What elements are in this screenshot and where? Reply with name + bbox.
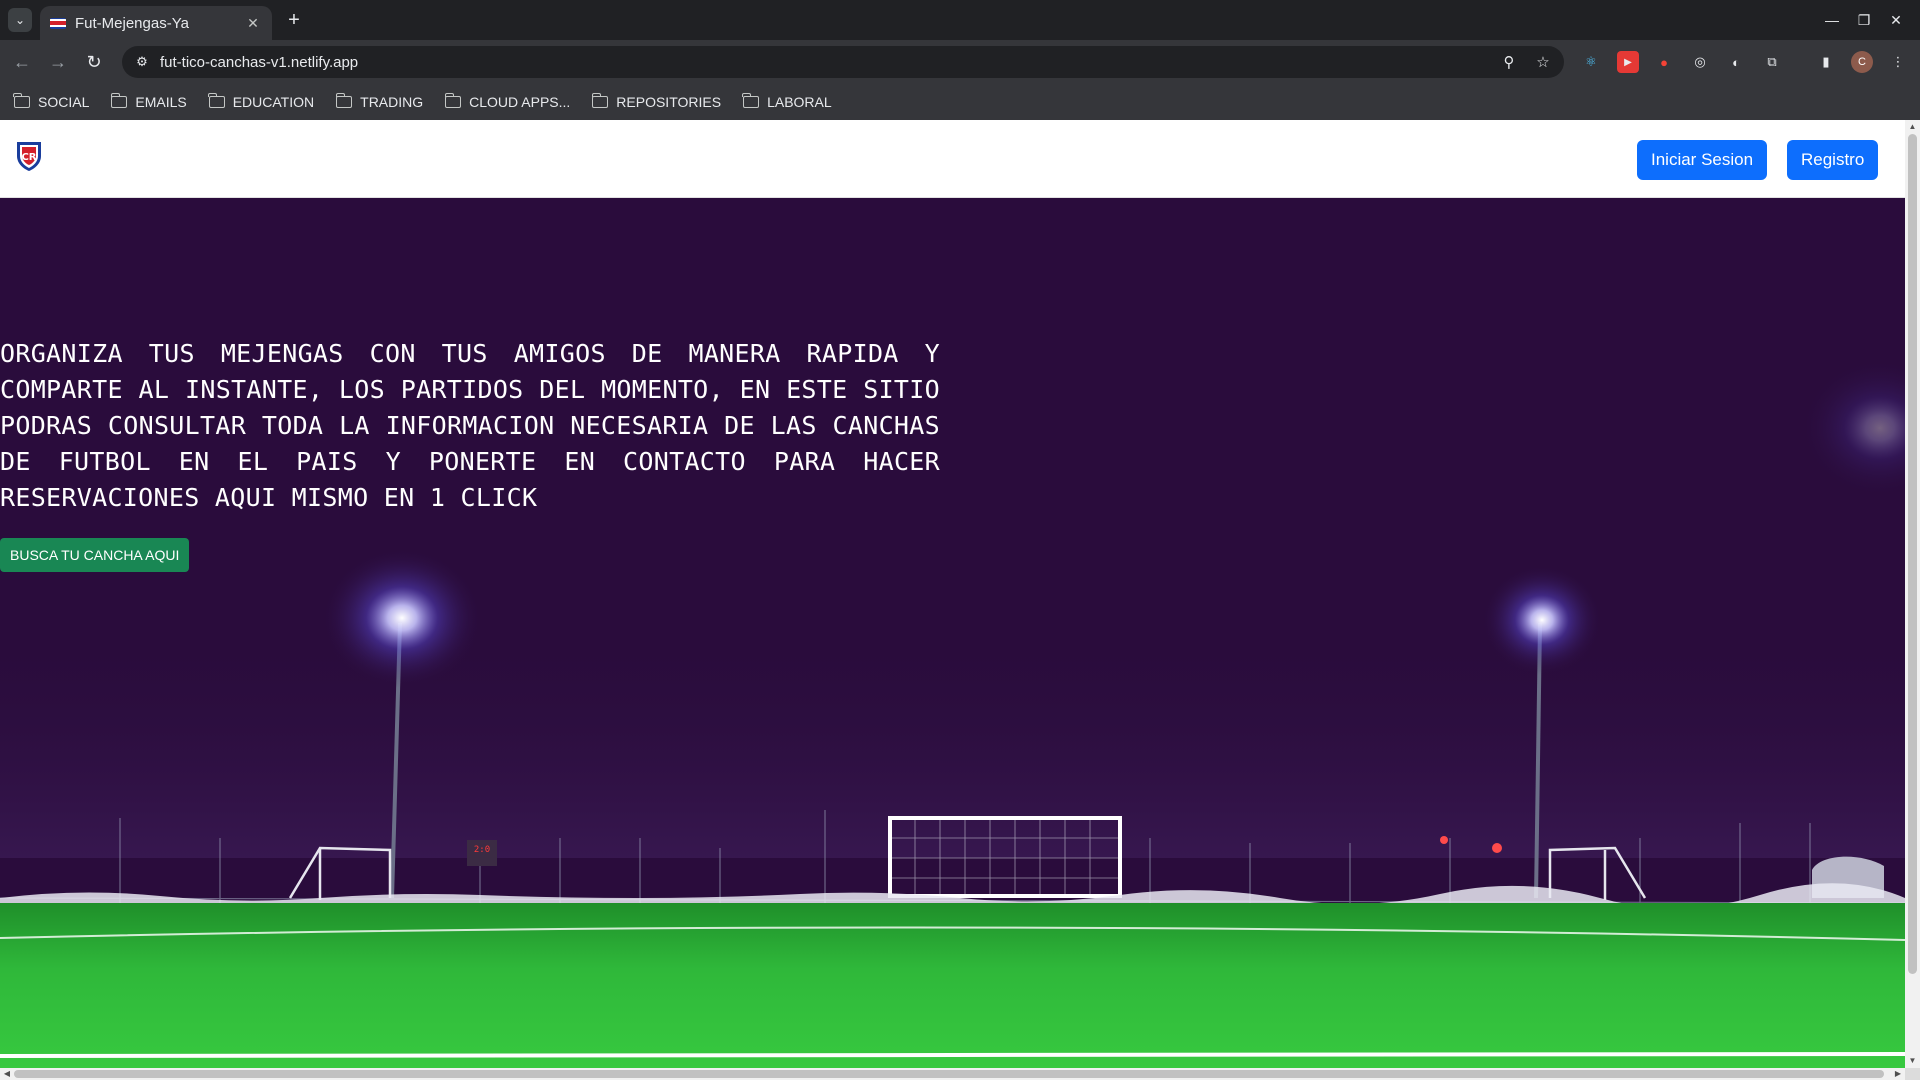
profile-avatar[interactable]: C: [1851, 51, 1873, 73]
vertical-scrollbar[interactable]: ▲ ▼: [1905, 120, 1920, 1068]
page-viewport: CR Iniciar Sesion Registro 2:0 ORGANIZA …: [0, 120, 1920, 1080]
extension-red-icon[interactable]: ▶: [1617, 51, 1639, 73]
bookmark-label: CLOUD APPS...: [469, 94, 571, 110]
extension-target-icon[interactable]: ◎: [1689, 51, 1711, 73]
bookmark-folder-laboral[interactable]: LABORAL: [742, 93, 832, 110]
search-field-button[interactable]: BUSCA TU CANCHA AQUI: [0, 538, 190, 572]
scroll-up-icon[interactable]: ▲: [1905, 120, 1920, 134]
bookmark-label: REPOSITORIES: [616, 94, 722, 110]
pitch-touchline: [0, 1052, 1905, 1058]
bookmark-folder-repositories[interactable]: REPOSITORIES: [591, 93, 722, 110]
extension-fire-icon[interactable]: ●: [1653, 51, 1675, 73]
horizontal-scrollbar[interactable]: ◀ ▶: [0, 1068, 1905, 1080]
hero-background-image: 2:0: [0, 198, 1905, 1068]
bookmark-folder-cloud-apps[interactable]: CLOUD APPS...: [444, 93, 571, 110]
bookmark-star-icon[interactable]: ☆: [1534, 53, 1552, 71]
costa-rica-crest-logo[interactable]: CR: [12, 138, 46, 172]
scroll-right-icon[interactable]: ▶: [1891, 1068, 1905, 1080]
hero-description: ORGANIZA TUS MEJENGAS CON TUS AMIGOS DE …: [0, 339, 940, 512]
scrollbar-corner: [1905, 1068, 1920, 1080]
folder-icon: [742, 93, 760, 108]
forward-icon[interactable]: →: [46, 50, 70, 74]
folder-icon: [208, 93, 225, 108]
costa-rica-flag-icon: [50, 17, 66, 29]
red-light: [1440, 836, 1448, 844]
extension-circle-icon[interactable]: ◐: [1725, 51, 1747, 73]
bookmark-label: EMAILS: [135, 94, 187, 110]
react-devtools-icon[interactable]: ⚛: [1580, 51, 1602, 73]
hero-section: 2:0 ORGANIZA TUS MEJENGAS CON TUS AMIGOS…: [0, 198, 1905, 1068]
floodlight-left: [322, 548, 482, 688]
reload-icon[interactable]: ↻: [82, 50, 106, 74]
tab-title: Fut-Mejengas-Ya: [75, 14, 189, 32]
scoreboard-text: 2:0: [474, 845, 490, 855]
folder-icon: [110, 93, 128, 108]
bookmark-folder-education[interactable]: EDUCATION: [208, 93, 315, 110]
tab-close-icon[interactable]: ✕: [244, 15, 262, 32]
site-navbar: CR Iniciar Sesion Registro: [0, 120, 1905, 198]
extensions-puzzle-icon[interactable]: ⧉: [1761, 51, 1783, 73]
new-tab-button[interactable]: +: [282, 8, 306, 32]
vertical-scroll-thumb[interactable]: [1908, 134, 1917, 974]
floodlight-right: [1482, 565, 1602, 675]
restore-icon[interactable]: ❐: [1850, 8, 1878, 32]
close-window-icon[interactable]: ✕: [1882, 8, 1910, 32]
bookmark-label: TRADING: [360, 94, 424, 110]
folder-icon: [591, 93, 609, 108]
folder-icon: [13, 93, 30, 108]
site-info-icon[interactable]: ⚙: [134, 54, 150, 70]
bookmark-folder-trading[interactable]: TRADING: [335, 93, 424, 110]
url-text[interactable]: fut-tico-canchas-v1.netlify.app: [160, 54, 1484, 71]
red-light: [1492, 843, 1502, 853]
address-bar[interactable]: ⚙ fut-tico-canchas-v1.netlify.app ⚲ ☆: [122, 46, 1564, 78]
minimize-icon[interactable]: —: [1818, 8, 1846, 32]
zoom-icon[interactable]: ⚲: [1500, 53, 1518, 71]
bookmark-label: SOCIAL: [38, 94, 90, 110]
horizontal-scroll-thumb[interactable]: [14, 1070, 1884, 1078]
register-button[interactable]: Registro: [1787, 140, 1879, 180]
browser-toolbar: ← → ↻ ⚙ fut-tico-canchas-v1.netlify.app …: [0, 40, 1920, 84]
bookmarks-bar: SOCIAL EMAILS EDUCATION TRADING CLOUD AP…: [0, 84, 1920, 120]
window-controls: — ❐ ✕: [1818, 8, 1910, 32]
bookmark-folder-social[interactable]: SOCIAL: [13, 93, 90, 110]
scroll-left-icon[interactable]: ◀: [0, 1068, 14, 1080]
login-button[interactable]: Iniciar Sesion: [1637, 140, 1768, 180]
logo-text: CR: [21, 152, 36, 163]
scroll-down-icon[interactable]: ▼: [1905, 1054, 1920, 1068]
browser-menu-icon[interactable]: ⋮: [1887, 51, 1909, 73]
browser-tab-active[interactable]: Fut-Mejengas-Ya ✕: [40, 6, 272, 40]
folder-icon: [444, 93, 462, 108]
tab-search-button[interactable]: ⌄: [8, 8, 32, 32]
bookmark-folder-emails[interactable]: EMAILS: [110, 93, 187, 110]
bookmark-label: EDUCATION: [232, 94, 315, 110]
side-panel-icon[interactable]: ▮: [1815, 51, 1837, 73]
browser-tabstrip: ⌄ Fut-Mejengas-Ya ✕ + — ❐ ✕: [0, 0, 1920, 40]
folder-icon: [335, 93, 353, 108]
back-icon[interactable]: ←: [10, 50, 34, 74]
bookmark-label: LABORAL: [767, 94, 832, 110]
